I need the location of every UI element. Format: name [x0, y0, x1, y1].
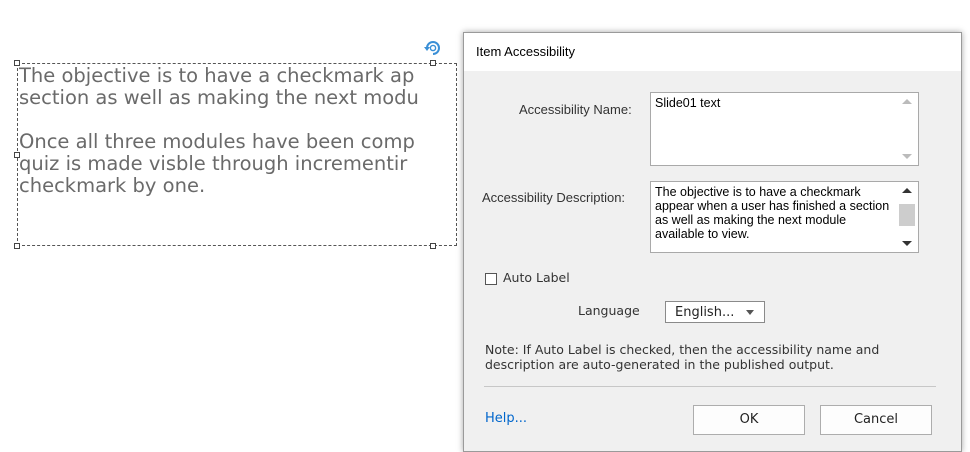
language-select[interactable]: English...	[665, 301, 765, 323]
dialog-divider	[484, 386, 936, 387]
description-scrollbar[interactable]	[896, 182, 918, 252]
slide-text-line: section as well as making the next modu	[19, 86, 419, 109]
accessibility-description-value: The objective is to have a checkmark app…	[655, 185, 890, 241]
auto-label-text[interactable]: Auto Label	[503, 270, 570, 285]
scroll-down-icon[interactable]	[902, 241, 912, 246]
rotate-handle-icon[interactable]	[423, 37, 443, 57]
resize-handle-bottom-left[interactable]	[14, 243, 20, 249]
help-link[interactable]: Help...	[485, 411, 527, 426]
accessibility-name-value: Slide01 text	[655, 96, 721, 110]
slide-text-line: quiz is made visble through incrementir	[19, 152, 408, 175]
accessibility-name-field[interactable]: Slide01 text	[650, 92, 919, 166]
chevron-down-icon	[746, 310, 754, 315]
slide-text-content: The objective is to have a checkmark ap …	[19, 65, 464, 219]
accessibility-name-label: Accessibility Name:	[519, 102, 632, 117]
auto-label-note: Note: If Auto Label is checked, then the…	[485, 342, 905, 372]
slide-text-line: Once all three modules have been comp	[19, 130, 415, 153]
scrollbar-thumb[interactable]	[899, 204, 915, 226]
scroll-up-icon[interactable]	[902, 188, 912, 193]
accessibility-description-label: Accessibility Description:	[482, 190, 626, 205]
ok-button[interactable]: OK	[693, 405, 805, 435]
scroll-down-icon[interactable]	[902, 154, 912, 159]
slide-text-line: checkmark by one.	[19, 174, 206, 197]
auto-label-checkbox[interactable]	[485, 273, 497, 285]
language-value: English...	[675, 305, 735, 320]
language-label: Language	[578, 303, 640, 318]
name-scrollbar[interactable]	[896, 93, 918, 165]
dialog-titlebar[interactable]: Item Accessibility	[464, 33, 961, 71]
note-text: Note: If Auto Label is checked, then the…	[485, 342, 880, 372]
item-accessibility-dialog: Item Accessibility Accessibility Name: S…	[463, 32, 962, 452]
scroll-up-icon[interactable]	[902, 99, 912, 104]
cancel-button[interactable]: Cancel	[820, 405, 932, 435]
accessibility-description-field[interactable]: The objective is to have a checkmark app…	[650, 181, 919, 253]
resize-handle-bottom-middle[interactable]	[430, 243, 436, 249]
dialog-title: Item Accessibility	[476, 44, 575, 59]
slide-text-line: The objective is to have a checkmark ap	[19, 65, 415, 87]
